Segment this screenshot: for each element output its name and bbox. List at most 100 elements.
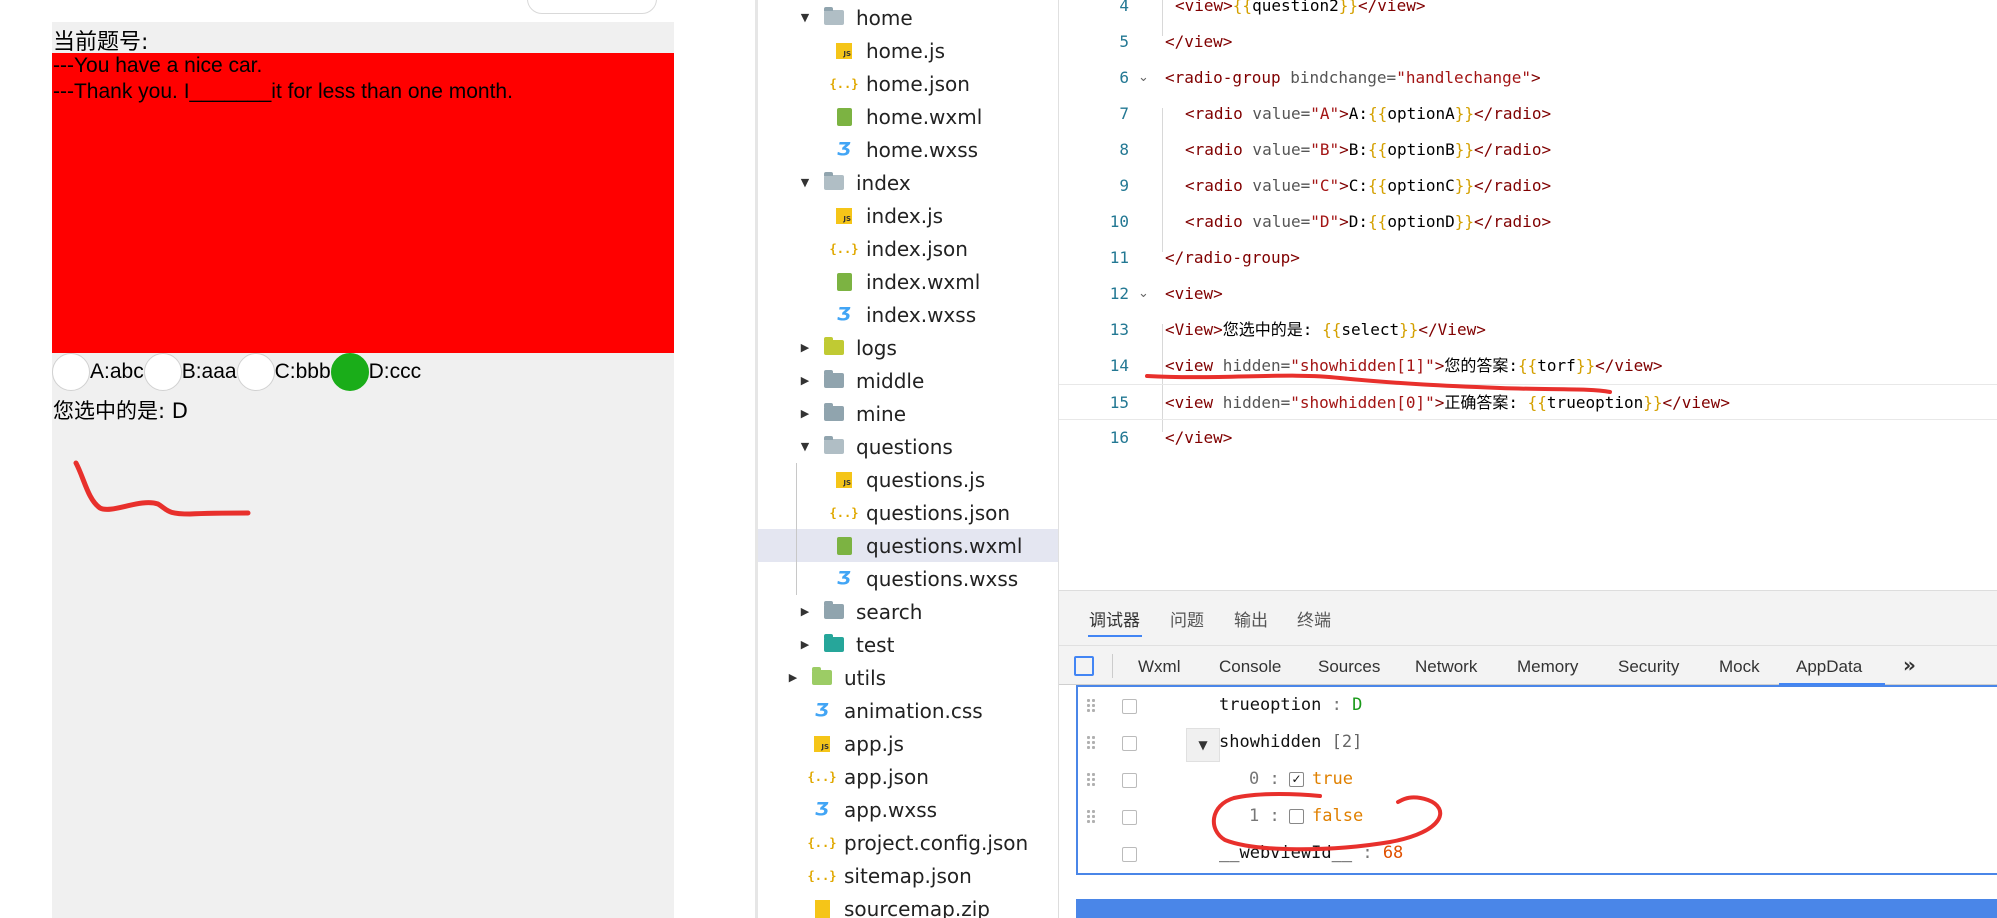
drag-handle-icon[interactable] <box>1086 772 1096 788</box>
tab-console[interactable]: Console <box>1219 657 1281 677</box>
caret-down-icon[interactable]: ▼ <box>798 176 812 189</box>
appdata-value[interactable]: true <box>1312 769 1353 789</box>
code-editor[interactable]: 4 <view>{{question2}}</view> 5 </view> 6… <box>1058 0 1997 590</box>
inspect-element-icon[interactable] <box>1074 656 1094 676</box>
row-select-box[interactable] <box>1122 699 1137 714</box>
tab-security[interactable]: Security <box>1618 657 1679 677</box>
tree-item-label: questions.wxml <box>866 533 1023 558</box>
tree-item[interactable]: JS questions.js <box>758 463 1061 496</box>
tree-item[interactable]: Ʒindex.wxss <box>758 298 1061 331</box>
token: <view <box>1165 393 1214 412</box>
tree-item[interactable]: ▼ home <box>758 1 1061 34</box>
caret-down-icon[interactable]: ▼ <box>798 440 812 453</box>
radio-b-label[interactable]: B:aaa <box>182 360 237 384</box>
token: </view> <box>1165 428 1233 447</box>
token: "showhidden[1]" <box>1290 356 1435 375</box>
line-number: 4 <box>1119 0 1129 15</box>
line-number: 14 <box>1109 356 1129 375</box>
tree-item[interactable]: JS index.js <box>758 199 1061 232</box>
token: </View> <box>1418 320 1486 339</box>
tree-item[interactable]: Ʒquestions.wxss <box>758 562 1061 595</box>
tab-sources[interactable]: Sources <box>1318 657 1380 677</box>
row-select-box[interactable] <box>1122 773 1137 788</box>
radio-a[interactable] <box>52 353 90 391</box>
token: optionB <box>1387 140 1455 159</box>
tree-item[interactable]: ▶ test <box>758 628 1061 661</box>
appdata-value[interactable]: false <box>1312 806 1363 826</box>
tab-wxml[interactable]: Wxml <box>1138 657 1180 677</box>
drag-handle-icon[interactable] <box>1086 809 1096 825</box>
drag-handle-icon[interactable] <box>1086 698 1096 714</box>
tree-item[interactable]: Ʒanimation.css <box>758 694 1061 727</box>
tree-item[interactable]: JS app.js <box>758 727 1061 760</box>
tree-item[interactable]: JS home.js <box>758 34 1061 67</box>
drag-handle-icon[interactable] <box>1086 735 1096 751</box>
caret-right-icon[interactable]: ▶ <box>798 341 812 354</box>
tree-item[interactable]: ▶ search <box>758 595 1061 628</box>
tree-item[interactable]: questions.wxml <box>758 529 1061 562</box>
tab-terminal[interactable]: 终端 <box>1297 606 1331 631</box>
folder-open-icon <box>824 7 844 28</box>
caret-right-icon[interactable]: ▶ <box>786 671 800 684</box>
tree-item-label: logs <box>856 335 897 360</box>
tab-mock[interactable]: Mock <box>1719 657 1760 677</box>
row-select-box[interactable] <box>1122 847 1137 862</box>
file-explorer: ▼ home JS home.js {..} home.json home.wxml Ʒhom… <box>755 0 1061 918</box>
token: hidden= <box>1213 356 1291 375</box>
collapse-arrow-icon[interactable]: ▼ <box>1186 728 1220 762</box>
radio-b[interactable] <box>143 353 182 391</box>
fold-chevron-icon[interactable]: ⌄ <box>1138 60 1149 96</box>
tab-problems[interactable]: 问题 <box>1170 606 1204 631</box>
caret-down-icon[interactable]: ▼ <box>798 11 812 24</box>
tree-item[interactable]: ▶ mine <box>758 397 1061 430</box>
radio-a-label[interactable]: A:abc <box>90 360 144 384</box>
caret-right-icon[interactable]: ▶ <box>798 605 812 618</box>
folder-open-icon <box>824 172 844 193</box>
tree-item[interactable]: {..} home.json <box>758 67 1061 100</box>
appdata-value[interactable]: D <box>1352 695 1362 715</box>
capsule-button[interactable] <box>527 0 657 14</box>
status-bar <box>1076 899 1997 918</box>
more-tabs-icon[interactable]: » <box>1903 653 1916 677</box>
token: bindchange= <box>1280 68 1397 87</box>
checkbox-false[interactable] <box>1289 809 1304 824</box>
checkbox-true[interactable]: ✓ <box>1289 772 1304 787</box>
radio-c-label[interactable]: C:bbb <box>275 360 331 384</box>
tree-item-label: test <box>856 632 895 657</box>
tree-item[interactable]: ▶ logs <box>758 331 1061 364</box>
appdata-value[interactable]: 68 <box>1383 843 1403 863</box>
tree-item[interactable]: {..} index.json <box>758 232 1061 265</box>
tab-debugger[interactable]: 调试器 <box>1089 606 1140 631</box>
radio-d-label[interactable]: D:ccc <box>369 360 422 384</box>
tab-network[interactable]: Network <box>1415 657 1477 677</box>
tree-item[interactable]: home.wxml <box>758 100 1061 133</box>
tree-item[interactable]: {..} app.json <box>758 760 1061 793</box>
question-line-2: ---Thank you. I_______it for less than o… <box>53 80 513 103</box>
caret-right-icon[interactable]: ▶ <box>798 407 812 420</box>
caret-right-icon[interactable]: ▶ <box>798 638 812 651</box>
radio-d[interactable] <box>330 353 369 391</box>
row-select-box[interactable] <box>1122 810 1137 825</box>
tree-item[interactable]: sourcemap.zip <box>758 892 1061 918</box>
tree-item[interactable]: Ʒapp.wxss <box>758 793 1061 826</box>
tab-output[interactable]: 输出 <box>1234 606 1268 631</box>
fold-chevron-icon[interactable]: ⌄ <box>1138 276 1149 312</box>
tab-memory[interactable]: Memory <box>1517 657 1578 677</box>
tree-item-label: search <box>856 599 923 624</box>
radio-c[interactable] <box>236 353 275 391</box>
tree-item[interactable]: ▶ middle <box>758 364 1061 397</box>
page-title: 当前题号: <box>53 30 149 55</box>
token: </radio> <box>1474 176 1552 195</box>
simulator-panel: 当前题号: ---You have a nice car. ---Thank y… <box>0 0 755 918</box>
tree-item[interactable]: index.wxml <box>758 265 1061 298</box>
tree-item[interactable]: ▼ questions <box>758 430 1061 463</box>
tree-item[interactable]: {..} questions.json <box>758 496 1061 529</box>
tree-item[interactable]: {..} project.config.json <box>758 826 1061 859</box>
tree-item[interactable]: Ʒhome.wxss <box>758 133 1061 166</box>
tree-item[interactable]: {..} sitemap.json <box>758 859 1061 892</box>
tree-item[interactable]: ▶ utils <box>758 661 1061 694</box>
tab-appdata[interactable]: AppData <box>1796 657 1862 677</box>
caret-right-icon[interactable]: ▶ <box>798 374 812 387</box>
row-select-box[interactable] <box>1122 736 1137 751</box>
tree-item[interactable]: ▼ index <box>758 166 1061 199</box>
